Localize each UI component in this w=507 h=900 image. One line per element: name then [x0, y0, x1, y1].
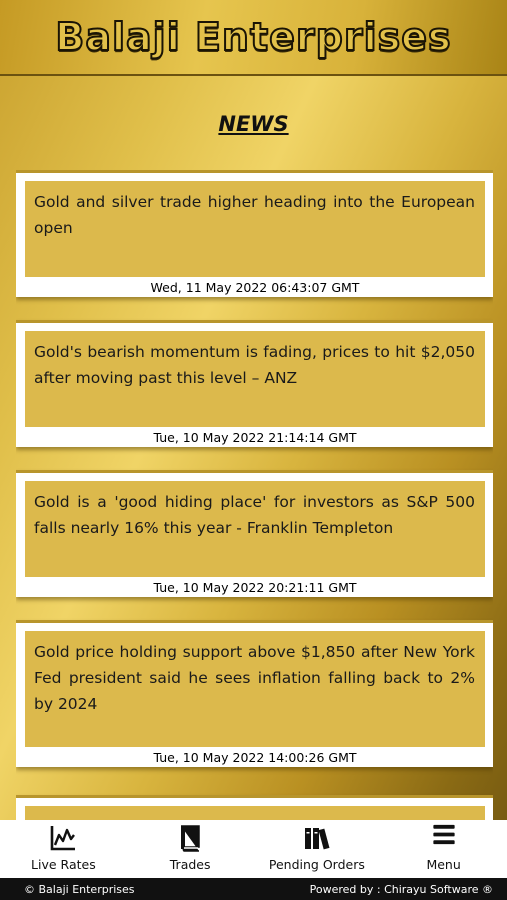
nav-label: Trades	[169, 857, 211, 872]
powered-by-text: Powered by : Chirayu Software ®	[309, 882, 493, 896]
news-card[interactable]: Gold's bearish momentum is fading, price…	[16, 320, 493, 447]
hamburger-menu-icon	[432, 824, 455, 845]
nav-label: Menu	[426, 857, 461, 872]
page-title: NEWS	[218, 112, 289, 136]
app-header: Balaji Enterprises	[0, 0, 507, 76]
news-timestamp: Tue, 10 May 2022 21:14:14 GMT	[153, 430, 357, 445]
nav-label: Live Rates	[31, 857, 96, 872]
news-headline	[25, 806, 485, 820]
news-timestamp: Wed, 11 May 2022 06:43:07 GMT	[150, 280, 360, 295]
bottom-nav: Live Rates Trades Pending Orders Menu	[0, 820, 507, 878]
news-timestamp: Tue, 10 May 2022 14:00:26 GMT	[153, 750, 357, 765]
app-title: Balaji Enterprises	[54, 14, 452, 60]
news-headline: Gold and silver trade higher heading int…	[25, 181, 485, 277]
news-card[interactable]	[16, 795, 493, 820]
nav-live-rates[interactable]: Live Rates	[0, 820, 127, 878]
news-timestamp: Tue, 10 May 2022 20:21:11 GMT	[153, 580, 357, 595]
news-card[interactable]: Gold is a 'good hiding place' for invest…	[16, 470, 493, 597]
copyright-text: © Balaji Enterprises	[24, 882, 135, 896]
line-chart-icon	[51, 826, 76, 851]
news-headline: Gold is a 'good hiding place' for invest…	[25, 481, 485, 577]
news-card[interactable]: Gold and silver trade higher heading int…	[16, 170, 493, 297]
nav-pending-orders[interactable]: Pending Orders	[254, 820, 381, 878]
books-icon	[304, 828, 330, 850]
nav-menu[interactable]: Menu	[380, 820, 507, 878]
news-card[interactable]: Gold price holding support above $1,850 …	[16, 620, 493, 767]
news-headline: Gold price holding support above $1,850 …	[25, 631, 485, 747]
news-headline: Gold's bearish momentum is fading, price…	[25, 331, 485, 427]
news-feed[interactable]: Gold and silver trade higher heading int…	[16, 170, 493, 820]
nav-trades[interactable]: Trades	[127, 820, 254, 878]
nav-label: Pending Orders	[268, 857, 365, 872]
book-icon	[181, 825, 200, 852]
footer: © Balaji Enterprises Powered by : Chiray…	[0, 878, 507, 900]
